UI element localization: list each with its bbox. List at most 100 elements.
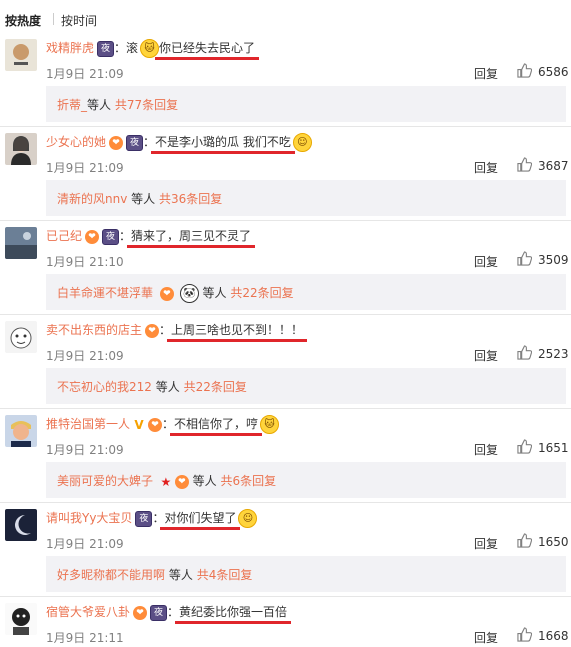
- avatar[interactable]: [5, 415, 37, 447]
- reply-count-link[interactable]: 共4条回复: [197, 568, 253, 582]
- cat-emoji-icon: 🐱: [140, 39, 160, 58]
- timestamp: 1月9日 21:09: [46, 67, 124, 81]
- username[interactable]: 宿管大爷爱八卦: [46, 605, 130, 619]
- reply-others: 等人: [155, 380, 180, 394]
- comment-line: 宿管大爷爱八卦 ❤ 夜：黄纪委比你强一百倍: [46, 603, 292, 624]
- thumbs-up-icon: [517, 63, 532, 78]
- comment-line: 戏精胖虎夜：滚 🐱 你已经失去民心了: [46, 39, 260, 60]
- thumbs-up-icon: [517, 439, 532, 454]
- like-count: 1668: [538, 629, 569, 643]
- reply-summary[interactable]: 白羊命運不堪浮華 ❤ 🐼 等人 共22条回复: [46, 274, 566, 310]
- night-badge-icon: 夜: [97, 40, 115, 57]
- comment-text: 黄纪委比你强一百倍: [175, 605, 292, 624]
- reply-user[interactable]: 折蒂_: [57, 98, 87, 112]
- avatar[interactable]: [5, 227, 37, 259]
- reply-others: 等人: [202, 286, 227, 300]
- reply-button[interactable]: 回复: [474, 441, 498, 458]
- reply-count-link[interactable]: 共22条回复: [230, 286, 293, 300]
- thumbs-up-icon: [517, 157, 532, 172]
- timestamp: 1月9日 21:09: [46, 443, 124, 457]
- timestamp: 1月9日 21:09: [46, 349, 124, 363]
- colon: ：: [162, 417, 175, 431]
- divider: [0, 220, 571, 221]
- colon: ：: [119, 229, 132, 243]
- reply-summary[interactable]: 不忘初心的我212 等人 共22条回复: [46, 368, 566, 404]
- divider: [0, 408, 571, 409]
- avatar[interactable]: [5, 39, 37, 71]
- comment-text: 滚: [126, 41, 139, 55]
- username[interactable]: 推特治国第一人: [46, 417, 130, 431]
- smile-emoji-icon: ☺: [238, 509, 258, 528]
- reply-summary[interactable]: 好多昵称都不能用啊 等人 共4条回复: [46, 556, 566, 592]
- heart-badge-icon: ❤: [85, 229, 100, 244]
- comment-text-highlight: 你已经失去民心了: [155, 41, 260, 60]
- reply-summary[interactable]: 折蒂_等人 共77条回复: [46, 86, 566, 122]
- avatar[interactable]: [5, 509, 37, 541]
- avatar[interactable]: [5, 321, 37, 353]
- reply-user[interactable]: 白羊命運不堪浮華: [57, 286, 153, 300]
- comment-line: 少女心的她 ❤ 夜：不是李小璐的瓜 我们不吃 ☺: [46, 133, 312, 154]
- vip-badge-icon: V: [134, 417, 144, 432]
- reply-count-link[interactable]: 共6条回复: [221, 474, 277, 488]
- reply-user[interactable]: 好多昵称都不能用啊: [57, 568, 165, 582]
- comment-line: 卖不出东西的店主 ❤ ：上周三啥也见不到！！！: [46, 321, 308, 342]
- reply-count-link[interactable]: 共22条回复: [184, 380, 247, 394]
- like-count: 3509: [538, 253, 569, 267]
- reply-summary[interactable]: 美丽可爱的大婢子 ★ ❤ 等人 共6条回复: [46, 462, 566, 498]
- comment-line: 已己纪 ❤ 夜：猜来了，周三见不灵了: [46, 227, 256, 248]
- red-underline: [170, 433, 263, 436]
- red-underline: [127, 245, 256, 248]
- reply-button[interactable]: 回复: [474, 535, 498, 552]
- comment-text: 猜来了，周三见不灵了: [127, 229, 256, 248]
- tab-divider: [53, 13, 54, 25]
- divider: [0, 126, 571, 127]
- like-count: 1650: [538, 535, 569, 549]
- avatar[interactable]: [5, 133, 37, 165]
- divider: [0, 314, 571, 315]
- colon: ：: [159, 323, 172, 337]
- heart-badge-icon: ❤: [133, 605, 148, 620]
- reply-user[interactable]: 清新的风nnv: [57, 192, 127, 206]
- comment-line: 推特治国第一人 V ❤ ：不相信你了，哼 🐱: [46, 415, 280, 436]
- reply-button[interactable]: 回复: [474, 65, 498, 82]
- red-underline: [160, 527, 241, 530]
- thumbs-up-icon: [517, 533, 532, 548]
- timestamp: 1月9日 21:11: [46, 631, 124, 645]
- red-underline: [155, 57, 260, 60]
- sort-tabs: 按热度 按时间: [0, 0, 571, 38]
- heart-badge-icon: ❤: [109, 135, 124, 150]
- comment-text: 对你们失望了: [160, 511, 241, 530]
- comment-line: 请叫我Yy大宝贝夜：对你们失望了 ☺: [46, 509, 258, 530]
- like-count: 1651: [538, 441, 569, 455]
- username[interactable]: 请叫我Yy大宝贝: [46, 511, 132, 525]
- night-badge-icon: 夜: [126, 134, 144, 151]
- reply-user[interactable]: 不忘初心的我212: [57, 380, 152, 394]
- heart-badge-icon: ❤: [174, 474, 189, 489]
- avatar[interactable]: [5, 603, 37, 635]
- night-badge-icon: 夜: [135, 510, 153, 527]
- heart-badge-icon: ❤: [148, 417, 163, 432]
- reply-count-link[interactable]: 共77条回复: [115, 98, 178, 112]
- reply-others: 等人: [168, 568, 193, 582]
- reply-button[interactable]: 回复: [474, 159, 498, 176]
- tab-by-hot[interactable]: 按热度: [5, 12, 41, 29]
- username[interactable]: 少女心的她: [46, 135, 106, 149]
- night-badge-icon: 夜: [150, 604, 168, 621]
- reply-button[interactable]: 回复: [474, 347, 498, 364]
- username[interactable]: 戏精胖虎: [46, 41, 94, 55]
- tab-by-time[interactable]: 按时间: [61, 12, 97, 29]
- star-badge-icon: ★: [160, 474, 172, 489]
- reply-button[interactable]: 回复: [474, 629, 498, 646]
- cat-emoji-icon: 🐱: [260, 415, 280, 434]
- reply-user[interactable]: 美丽可爱的大婢子: [57, 474, 153, 488]
- heart-badge-icon: ❤: [145, 323, 160, 338]
- username[interactable]: 卖不出东西的店主: [46, 323, 142, 337]
- red-underline: [151, 151, 295, 154]
- colon: ：: [143, 135, 156, 149]
- reply-button[interactable]: 回复: [474, 253, 498, 270]
- colon: ：: [152, 511, 165, 525]
- reply-summary[interactable]: 清新的风nnv 等人 共36条回复: [46, 180, 566, 216]
- username[interactable]: 已己纪: [46, 229, 82, 243]
- reply-count-link[interactable]: 共36条回复: [159, 192, 222, 206]
- colon: ：: [114, 41, 127, 55]
